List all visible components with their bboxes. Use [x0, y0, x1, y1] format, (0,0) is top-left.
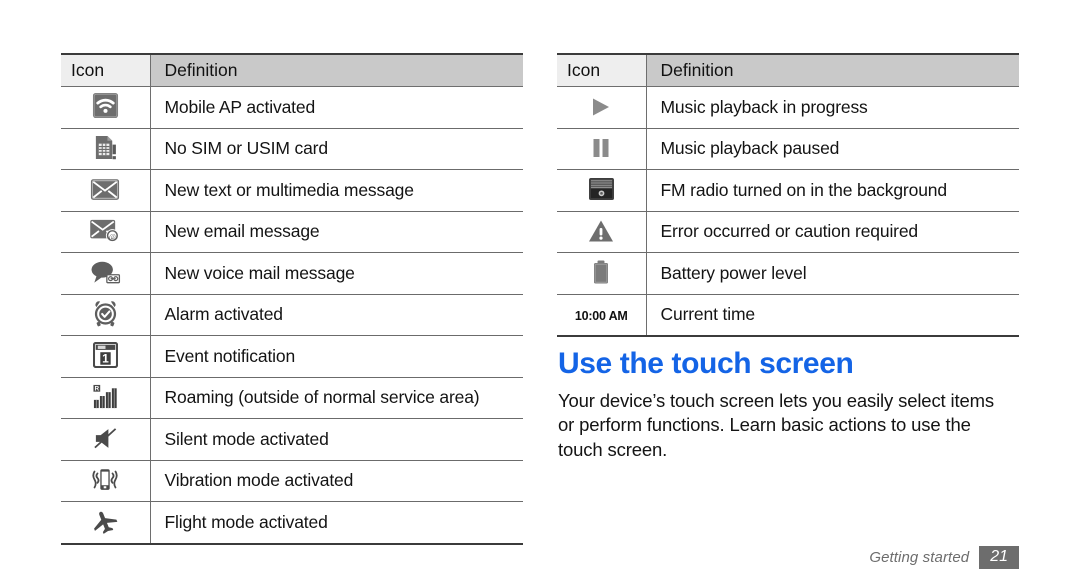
definition-cell: Current time	[646, 294, 1019, 337]
icon-cell: @	[61, 211, 151, 253]
definition-cell: Mobile AP activated	[150, 86, 523, 129]
table-row: Music playback in progress	[557, 86, 1019, 129]
definition-cell: No SIM or USIM card	[150, 128, 523, 170]
definition-cell: New email message	[150, 211, 523, 253]
icon-cell	[557, 169, 647, 212]
roaming-signal-bars-icon: R	[82, 381, 128, 411]
footer-page-number: 21	[979, 545, 1019, 569]
table-header-row: Icon Definition	[61, 53, 523, 87]
icon-cell	[61, 169, 151, 212]
article-body-text: Your device’s touch screen lets you easi…	[558, 389, 994, 460]
table-row: Vibration mode activated	[61, 460, 523, 502]
table-row: No SIM or USIM card	[61, 128, 523, 170]
new-message-envelope-icon	[82, 175, 128, 205]
definition-cell: Flight mode activated	[150, 501, 523, 545]
event-calendar-icon: 1	[82, 340, 128, 370]
new-email-icon: @	[82, 216, 128, 246]
column-header-icon: Icon	[61, 53, 151, 87]
flight-mode-airplane-icon	[82, 506, 128, 536]
table-row: New text or multimedia message	[61, 169, 523, 212]
definition-cell: Event notification	[150, 335, 523, 378]
battery-icon	[578, 257, 624, 287]
silent-mode-muted-speaker-icon	[82, 423, 128, 453]
icon-cell	[557, 252, 647, 295]
table-row: Error occurred or caution required	[557, 211, 1019, 253]
table-row: 1 Event notification	[61, 335, 523, 378]
status-icon-table-left: Icon Definition Mobile AP activated No S…	[61, 53, 523, 545]
table-row: New voice mail message	[61, 252, 523, 295]
definition-cell: New text or multimedia message	[150, 169, 523, 212]
new-voicemail-icon	[82, 257, 128, 287]
table-row: Alarm activated	[61, 294, 523, 336]
alarm-clock-icon	[82, 298, 128, 328]
table-header-row: Icon Definition	[557, 53, 1019, 87]
current-time-text: 10:00 AM	[574, 309, 628, 324]
icon-cell	[61, 294, 151, 336]
icon-cell	[61, 418, 151, 461]
table-row: Battery power level	[557, 252, 1019, 295]
definition-cell: Battery power level	[646, 252, 1019, 295]
table-row: 10:00 AM Current time	[557, 294, 1019, 337]
icon-cell	[61, 86, 151, 129]
fm-radio-icon	[578, 174, 624, 204]
icon-cell	[557, 86, 647, 129]
table-row: Mobile AP activated	[61, 86, 523, 129]
icon-cell	[61, 252, 151, 295]
definition-cell: Silent mode activated	[150, 418, 523, 461]
table-row: Silent mode activated	[61, 418, 523, 461]
definition-cell: Vibration mode activated	[150, 460, 523, 502]
svg-text:@: @	[109, 232, 116, 241]
footer: Getting started 21	[869, 545, 1019, 569]
table-row: R Roaming (outside of normal service are…	[61, 377, 523, 419]
definition-cell: Alarm activated	[150, 294, 523, 336]
status-icon-table-right: Icon Definition Music playback in progre…	[557, 53, 1019, 337]
table-row: Flight mode activated	[61, 501, 523, 545]
definition-cell: Roaming (outside of normal service area)	[150, 377, 523, 419]
icon-cell: 1	[61, 335, 151, 378]
column-header-icon: Icon	[557, 53, 647, 87]
warning-triangle-icon	[578, 216, 624, 246]
vibration-mode-icon	[82, 464, 128, 494]
icon-cell: 10:00 AM	[557, 294, 647, 337]
definition-cell: Music playback paused	[646, 128, 1019, 170]
article-section: Use the touch screen Your device’s touch…	[558, 348, 1006, 462]
music-play-icon	[578, 92, 624, 122]
icon-cell	[557, 128, 647, 170]
icon-cell	[557, 211, 647, 253]
music-pause-icon	[578, 133, 624, 163]
no-sim-card-icon	[82, 132, 128, 162]
page-title: Use the touch screen	[558, 347, 854, 380]
definition-cell: Error occurred or caution required	[646, 211, 1019, 253]
mobile-ap-wifi-icon	[82, 91, 128, 121]
svg-text:R: R	[94, 385, 99, 392]
svg-text:1: 1	[102, 351, 109, 365]
icon-cell	[61, 128, 151, 170]
table-row: @ New email message	[61, 211, 523, 253]
column-header-definition: Definition	[646, 53, 1019, 87]
footer-section-label: Getting started	[869, 548, 970, 566]
column-header-definition: Definition	[150, 53, 523, 87]
table-row: Music playback paused	[557, 128, 1019, 170]
table-row: FM radio turned on in the background	[557, 169, 1019, 212]
definition-cell: New voice mail message	[150, 252, 523, 295]
definition-cell: FM radio turned on in the background	[646, 169, 1019, 212]
icon-cell	[61, 460, 151, 502]
icon-cell	[61, 501, 151, 545]
icon-cell: R	[61, 377, 151, 419]
definition-cell: Music playback in progress	[646, 86, 1019, 129]
